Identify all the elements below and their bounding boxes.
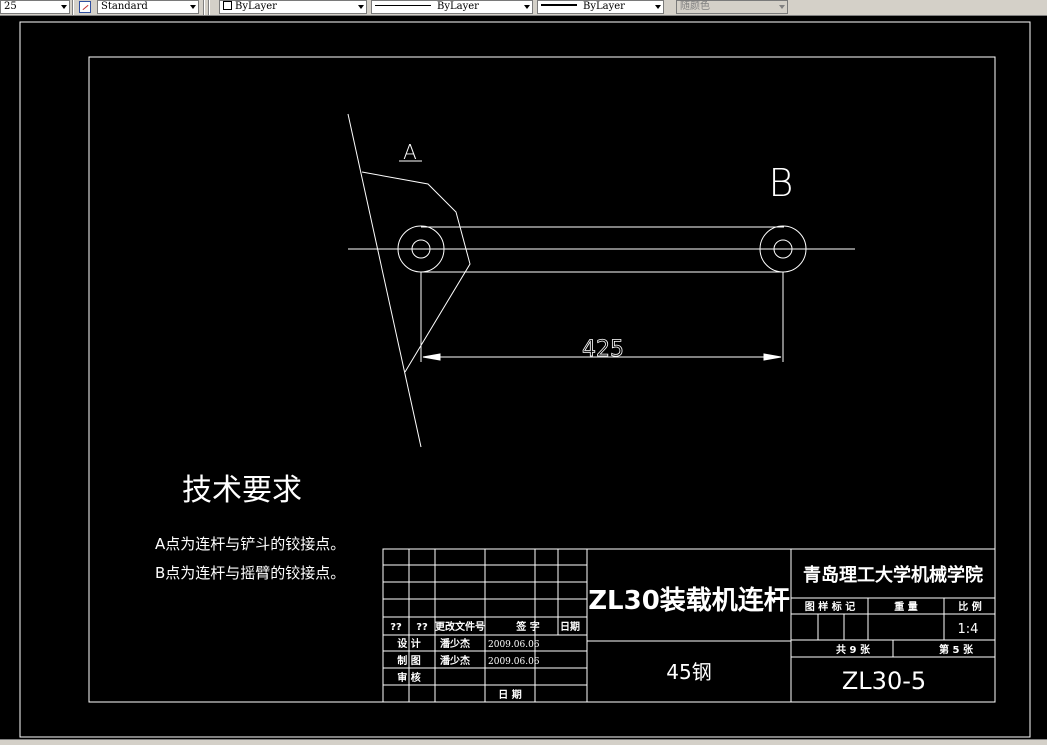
color-value: ByLayer: [235, 1, 277, 12]
chevron-down-icon: [524, 5, 530, 9]
layer-value: 25: [4, 1, 17, 12]
plot-style-dropdown[interactable]: 随颜色: [676, 0, 788, 14]
tech-note-1: A点为连杆与铲斗的铰接点。: [155, 535, 345, 553]
dimension-arrow-left: [422, 353, 441, 361]
color-swatch-icon: [223, 1, 232, 10]
status-bar: [0, 739, 1047, 745]
drawing-canvas[interactable]: A B 425 技术要求 A点为连杆与铲斗的铰接点。 B点为连杆与摇臂的铰接点。: [0, 16, 1047, 740]
chevron-down-icon: [358, 5, 364, 9]
header-sign: 签 字: [515, 620, 539, 633]
toolbar-separator: [203, 0, 205, 15]
design-label: 设 计: [397, 637, 420, 650]
text-style-dropdown[interactable]: Standard: [97, 0, 199, 14]
sheets-total: 共 9 张: [836, 643, 871, 656]
draft-label: 制 图: [397, 654, 420, 667]
stage-mark-label: 图 样 标 记: [805, 600, 855, 613]
review-label: 审 核: [397, 671, 420, 684]
text-style-icon[interactable]: [79, 1, 91, 13]
tech-requirements-title: 技术要求: [182, 473, 302, 508]
chevron-down-icon: [655, 5, 661, 9]
dimension-text: 425: [582, 337, 624, 362]
chevron-down-icon: [779, 5, 785, 9]
properties-toolbar: 25 Standard ByLayer ByLayer ByLayer 随颜色: [0, 0, 1047, 16]
lineweight-value: ByLayer: [583, 1, 625, 12]
draft-date: 2009.06.06: [488, 657, 540, 667]
header-doc-no: 更改文件号: [435, 620, 485, 633]
part-name: ZL30装载机连杆: [588, 586, 790, 616]
color-dropdown[interactable]: ByLayer: [219, 0, 367, 14]
toolbar-separator: [72, 0, 74, 15]
drawing-frame: [88, 56, 996, 703]
dimension-arrow-right: [763, 353, 782, 361]
sheet-number: 第 5 张: [939, 643, 974, 656]
header-date: 日期: [560, 620, 580, 633]
text-style-value: Standard: [101, 1, 148, 12]
linetype-dropdown[interactable]: ByLayer: [371, 0, 533, 14]
designer-name: 潘少杰: [440, 637, 470, 650]
tech-note-2: B点为连杆与摇臂的铰接点。: [155, 564, 345, 582]
lineweight-preview: [541, 4, 577, 6]
scale-label: 比 例: [958, 600, 981, 613]
date-label: 日 期: [498, 688, 521, 701]
label-b: B: [769, 161, 794, 205]
drawing-number: ZL30-5: [842, 667, 926, 695]
chevron-down-icon: [61, 5, 67, 9]
drafter-name: 潘少杰: [440, 654, 470, 667]
design-date: 2009.06.06: [488, 640, 540, 650]
linetype-value: ByLayer: [437, 1, 479, 12]
material: 45钢: [666, 660, 711, 684]
label-a: A: [403, 140, 417, 164]
lineweight-dropdown[interactable]: ByLayer: [537, 0, 664, 14]
school-name: 青岛理工大学机械学院: [803, 564, 983, 586]
layer-dropdown[interactable]: 25: [0, 0, 70, 14]
header-q2: ??: [416, 622, 428, 633]
scale-value: 1:4: [958, 622, 979, 637]
weight-label: 重 量: [894, 600, 917, 613]
chevron-down-icon: [190, 5, 196, 9]
plot-style-value: 随颜色: [680, 1, 710, 12]
toolbar-separator: [208, 0, 210, 15]
linetype-preview: [375, 5, 431, 6]
header-q1: ??: [390, 622, 402, 633]
vertical-scrollbar[interactable]: [1031, 16, 1047, 738]
